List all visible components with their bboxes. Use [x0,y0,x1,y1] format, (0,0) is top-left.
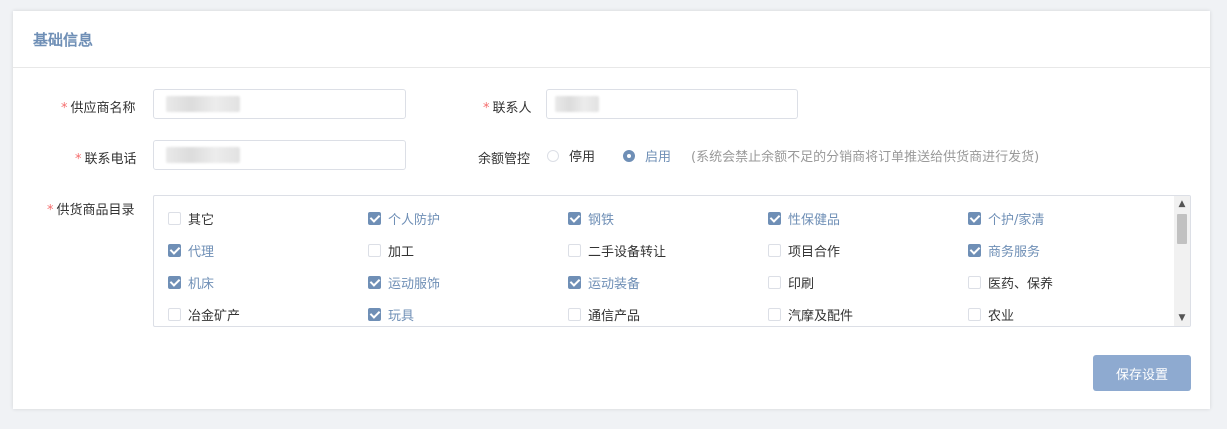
catalog-checkbox[interactable]: 其它 [168,202,368,234]
chevron-down-icon[interactable]: ▼ [1174,310,1190,326]
catalog-checkbox[interactable]: 机床 [168,266,368,298]
contact-person-label: * 联系人 [483,101,532,116]
catalog-checkbox-label: 印刷 [788,276,815,292]
catalog-checkbox-label: 商务服务 [988,244,1041,260]
catalog-checkbox[interactable]: 通信产品 [568,298,768,326]
balance-control-label: 余额管控 [478,152,531,167]
catalog-checkbox-label: 加工 [388,244,415,260]
radio-label: 启用 [645,150,672,165]
radio-circle-icon [623,149,636,162]
catalog-checkbox-label: 运动服饰 [388,276,441,292]
catalog-checkbox-label: 运动装备 [588,276,641,292]
catalog-checkbox-label: 钢铁 [588,212,615,228]
checkbox-empty-icon [968,307,981,321]
catalog-checkbox-label: 二手设备转让 [588,244,667,260]
balance-control-radio-group: 停用 启用 (系统会禁止余额不足的分销商将订单推送给供货商进行发货) [547,146,1039,165]
masked-value [166,96,240,112]
contact-phone-field[interactable] [153,140,406,170]
checkbox-empty-icon [768,307,781,321]
catalog-checkbox[interactable]: 玩具 [368,298,568,326]
catalog-checkbox-label: 医药、保养 [988,276,1054,292]
catalog-checkbox[interactable]: 运动服饰 [368,266,568,298]
masked-value [166,147,240,163]
catalog-checkbox[interactable]: 性保健品 [768,202,968,234]
radio-enable[interactable]: 启用 [623,146,671,165]
catalog-checkbox[interactable]: 二手设备转让 [568,234,768,266]
checkbox-checked-icon [768,211,781,225]
catalog-checkbox-label: 性保健品 [788,212,841,228]
catalog-checkbox[interactable]: 钢铁 [568,202,768,234]
catalog-grid: 其它 个人防护 钢铁 性保健品 个护/家清代理 加工 二手设备转让 项目合作 商务服务机床 运动服… [168,202,1168,326]
checkbox-empty-icon [768,243,781,257]
required-mark: * [61,101,68,116]
catalog-checkbox-label: 玩具 [388,308,415,324]
radio-label: 停用 [569,150,596,165]
checkbox-empty-icon [568,307,581,321]
required-mark: * [483,101,490,116]
catalog-checkbox-label: 其它 [188,212,215,228]
catalog-scrollbar[interactable]: ▲ ▼ [1174,196,1190,326]
supplier-name-field[interactable] [153,89,406,119]
catalog-checkbox-label: 个人防护 [388,212,441,228]
checkbox-empty-icon [368,243,381,257]
catalog-list-box[interactable]: 其它 个人防护 钢铁 性保健品 个护/家清代理 加工 二手设备转让 项目合作 商务服务机床 运动服… [153,195,1191,327]
radio-disable[interactable]: 停用 [547,146,595,165]
catalog-checkbox[interactable]: 加工 [368,234,568,266]
catalog-checkbox[interactable]: 个护/家清 [968,202,1168,234]
catalog-checkbox[interactable]: 项目合作 [768,234,968,266]
checkbox-empty-icon [168,307,181,321]
catalog-checkbox-label: 汽摩及配件 [788,308,854,324]
catalog-checkbox-label: 通信产品 [588,308,641,324]
checkbox-checked-icon [968,243,981,257]
catalog-label: * 供货商品目录 [47,203,135,218]
checkbox-checked-icon [368,275,381,289]
checkbox-empty-icon [768,275,781,289]
catalog-checkbox-label: 农业 [988,308,1015,324]
catalog-checkbox-label: 冶金矿产 [188,308,241,324]
catalog-checkbox[interactable]: 代理 [168,234,368,266]
balance-control-hint: (系统会禁止余额不足的分销商将订单推送给供货商进行发货) [691,150,1040,165]
save-settings-button[interactable]: 保存设置 [1093,355,1191,391]
scroll-thumb[interactable] [1177,214,1187,244]
radio-circle-icon [547,149,559,162]
masked-value [555,96,599,112]
catalog-checkbox[interactable]: 农业 [968,298,1168,326]
card-title: 基础信息 [33,30,94,49]
supplier-name-label: * 供应商名称 [61,101,136,116]
catalog-checkbox[interactable]: 冶金矿产 [168,298,368,326]
checkbox-empty-icon [568,243,581,257]
contact-phone-label: * 联系电话 [75,152,137,167]
catalog-checkbox[interactable]: 医药、保养 [968,266,1168,298]
catalog-checkbox-label: 机床 [188,276,215,292]
catalog-checkbox[interactable]: 印刷 [768,266,968,298]
basic-info-card: 基础信息 * 供应商名称 * 联系人 * 联系电话 余额管控 停用 启用 (系统会禁止… [13,11,1210,409]
checkbox-checked-icon [368,211,381,225]
required-mark: * [75,152,82,167]
checkbox-checked-icon [568,275,581,289]
checkbox-checked-icon [568,211,581,225]
catalog-checkbox[interactable]: 商务服务 [968,234,1168,266]
checkbox-checked-icon [968,211,981,225]
checkbox-empty-icon [168,211,181,225]
card-header: 基础信息 [13,11,1210,68]
catalog-checkbox-label: 个护/家清 [988,212,1045,228]
catalog-checkbox-label: 代理 [188,244,215,260]
catalog-checkbox-label: 项目合作 [788,244,841,260]
contact-person-field[interactable] [546,89,798,119]
catalog-checkbox[interactable]: 运动装备 [568,266,768,298]
checkbox-checked-icon [368,307,381,321]
required-mark: * [47,203,54,218]
catalog-checkbox[interactable]: 汽摩及配件 [768,298,968,326]
chevron-up-icon[interactable]: ▲ [1174,196,1190,212]
checkbox-empty-icon [968,275,981,289]
checkbox-checked-icon [168,243,181,257]
catalog-checkbox[interactable]: 个人防护 [368,202,568,234]
checkbox-checked-icon [168,275,181,289]
